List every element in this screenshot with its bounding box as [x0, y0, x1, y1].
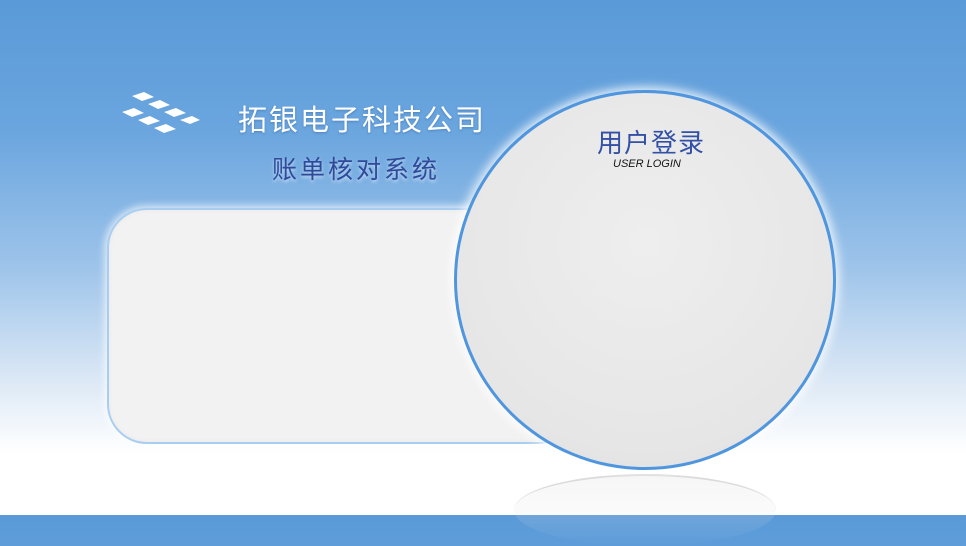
login-title: 用户登录 [597, 129, 706, 159]
company-logo-icon [122, 92, 200, 133]
circle-reflection [514, 474, 776, 546]
company-name: 拓银电子科技公司 [238, 103, 487, 137]
login-subtitle: USER LOGIN [613, 158, 681, 170]
system-name: 账单核对系统 [272, 155, 441, 184]
